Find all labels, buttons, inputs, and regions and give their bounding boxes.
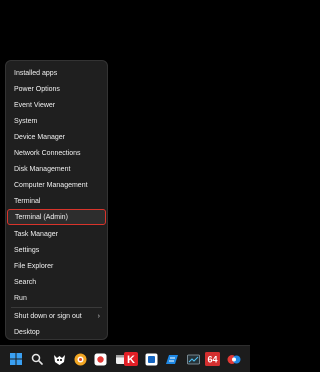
menu-item-disk-management[interactable]: Disk Management [7,161,106,177]
menu-item-event-viewer[interactable]: Event Viewer [7,97,106,113]
app-icon-3[interactable] [92,351,108,367]
menu-item-system[interactable]: System [7,113,106,129]
menu-item-terminal-admin[interactable]: Terminal (Admin) [7,209,106,225]
menu-item-run[interactable]: Run [7,290,106,306]
menu-item-device-manager[interactable]: Device Manager [7,129,106,145]
winx-context-menu: Installed apps Power Options Event Viewe… [5,60,108,340]
menu-item-shut-down[interactable]: Shut down or sign out › [7,308,106,324]
menu-item-desktop[interactable]: Desktop [7,324,106,340]
menu-item-terminal[interactable]: Terminal [7,193,106,209]
app-icon-8[interactable] [226,351,242,367]
app-icon-1[interactable] [51,351,67,367]
app-icon-2[interactable] [72,351,88,367]
menu-item-computer-management[interactable]: Computer Management [7,177,106,193]
k-app-label: K [127,354,135,366]
windows-start-icon[interactable] [8,351,24,367]
menu-item-file-explorer[interactable]: File Explorer [7,258,106,274]
taskbar: K 64 [0,345,250,372]
64-app-icon[interactable]: 64 [205,351,220,367]
menu-item-shut-down-label: Shut down or sign out [14,312,82,320]
menu-item-search[interactable]: Search [7,274,106,290]
app-icon-6[interactable] [164,351,180,367]
app-icon-7[interactable] [185,351,201,367]
app-icon-5[interactable] [143,351,159,367]
menu-item-task-manager[interactable]: Task Manager [7,226,106,242]
menu-item-network-connections[interactable]: Network Connections [7,145,106,161]
k-app-icon[interactable]: K [122,351,139,367]
menu-item-installed-apps[interactable]: Installed apps [7,65,106,81]
search-icon[interactable] [29,351,45,367]
64-app-label: 64 [207,355,217,365]
menu-item-settings[interactable]: Settings [7,242,106,258]
menu-item-power-options[interactable]: Power Options [7,81,106,97]
chevron-right-icon: › [97,312,100,320]
